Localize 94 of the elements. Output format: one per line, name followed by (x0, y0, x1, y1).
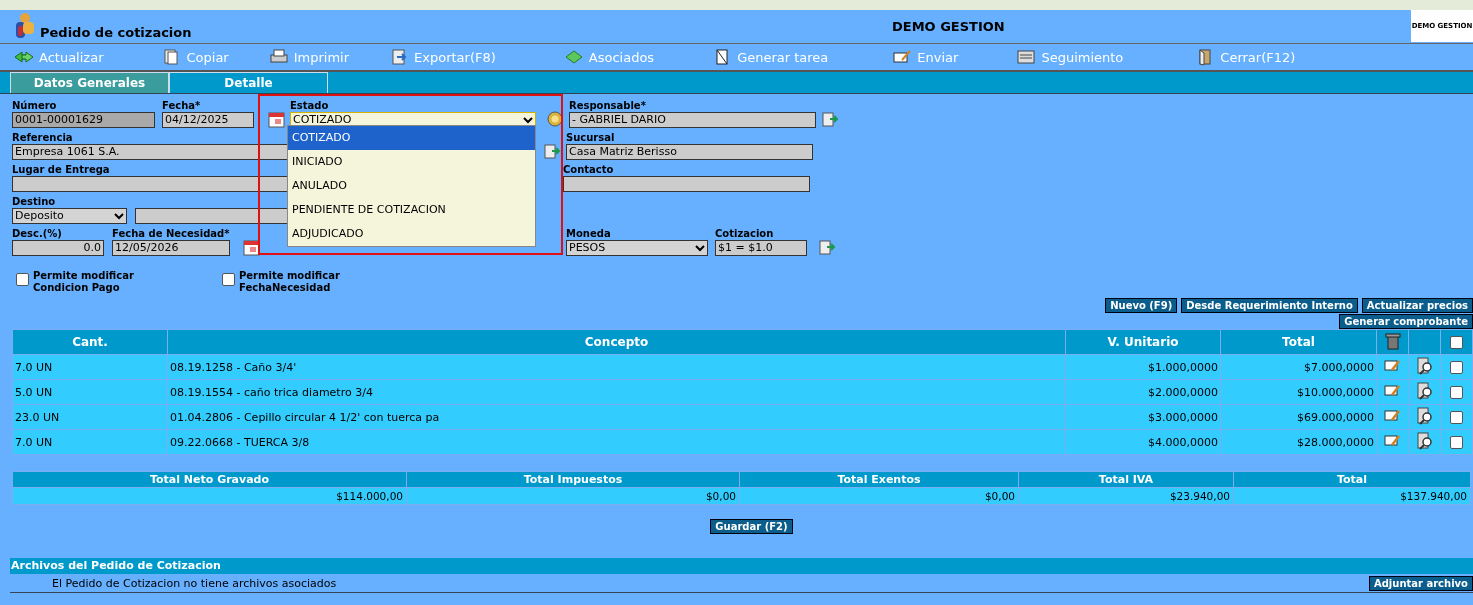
lookup-icon[interactable] (818, 238, 836, 256)
column-header: Concepto (167, 329, 1066, 355)
attach-button[interactable]: Adjuntar archivo (1368, 575, 1473, 591)
edit-icon[interactable] (1384, 432, 1401, 449)
search-icon[interactable] (1415, 355, 1434, 376)
table-cell: $28.000,0000 (1220, 429, 1377, 455)
table-cell: $69.000,0000 (1220, 404, 1377, 430)
table-cell: 09.22.0668 - TUERCA 3/8 (167, 429, 1066, 455)
lookup-icon[interactable] (821, 110, 839, 128)
field-label: Fecha* (162, 100, 201, 112)
column-header: Total IVA (1018, 471, 1234, 488)
table-cell: $3.000,0000 (1065, 404, 1221, 430)
table-cell: 08.19.1258 - Caño 3/4' (167, 354, 1066, 380)
field-label: Contacto (563, 164, 614, 176)
table-cell: $10.000,0000 (1220, 379, 1377, 405)
action-button[interactable]: Generar comprobante (1339, 314, 1473, 329)
printer-icon (268, 48, 289, 66)
window-title: Pedido de cotizacion (40, 25, 193, 40)
cabinet-icon (1016, 48, 1037, 66)
table-cell: 23.0 UN (12, 404, 168, 430)
search-icon[interactable] (1415, 380, 1434, 401)
table-cell: $2.000,0000 (1065, 379, 1221, 405)
coin-icon[interactable] (546, 110, 564, 128)
search-icon[interactable] (1415, 405, 1434, 426)
table-cell: 5.0 UN (12, 379, 168, 405)
field-label: Lugar de Entrega (12, 164, 110, 176)
empty-message: El Pedido de Cotizacion no tiene archivos asociados (52, 576, 337, 590)
table-cell: $1.000,0000 (1065, 354, 1221, 380)
action-button[interactable]: Desde Requerimiento Interno (1181, 298, 1358, 313)
field-label: Número (12, 100, 57, 112)
column-header: V. Unitario (1065, 329, 1221, 355)
currency-dropdown[interactable]: PESOS (566, 240, 708, 256)
checkbox[interactable] (1450, 335, 1463, 349)
action-button[interactable]: Nuevo (F9) (1105, 298, 1178, 313)
input-field[interactable]: $1 = $1.0 (715, 240, 807, 256)
table-cell: 01.04.2806 - Cepillo circular 4 1/2' con tuerca pa (167, 404, 1066, 430)
input-field[interactable]: 12/05/2026 (112, 240, 230, 256)
checkbox[interactable] (1450, 360, 1463, 374)
table-cell: $7.000,0000 (1220, 354, 1377, 380)
input-field[interactable]: 0.0 (12, 240, 104, 256)
checkbox[interactable] (1450, 385, 1463, 399)
checkbox[interactable] (1450, 435, 1463, 449)
dropdown-option[interactable]: ADJUDICADO (288, 222, 535, 246)
destination-dropdown[interactable]: Deposito (12, 208, 127, 224)
checkbox[interactable] (16, 273, 29, 286)
field-label: Estado (290, 100, 329, 112)
column-header: Total (1220, 329, 1377, 355)
input-field[interactable]: 0001-00001629 (12, 112, 155, 128)
field-label: Referencia (12, 132, 73, 144)
dropdown-option[interactable]: ANULADO (288, 174, 535, 198)
field-label: Sucursal (566, 132, 615, 144)
edit-icon[interactable] (1384, 357, 1401, 374)
field-label: Moneda (566, 228, 611, 240)
checkbox-label: Permite modificar Condicion Pago (33, 270, 135, 294)
checkbox[interactable] (222, 273, 235, 286)
table-cell: 7.0 UN (12, 429, 168, 455)
column-header: Total Neto Gravado (12, 471, 407, 488)
input-field[interactable]: 04/12/2025 (162, 112, 254, 128)
arrows-icon (14, 48, 34, 66)
input-field[interactable]: Casa Matriz Berisso (566, 144, 813, 160)
dropdown-option[interactable]: COTIZADO (288, 126, 535, 150)
caret-icon (114, 212, 124, 220)
column-header: Total Exentos (739, 471, 1019, 488)
table-cell: $4.000,0000 (1065, 429, 1221, 455)
field-label: Cotizacion (715, 228, 774, 240)
diamond-icon (563, 48, 584, 66)
caret-icon (695, 244, 705, 252)
table-cell: 08.19.1554 - caño trica diametro 3/4 (167, 379, 1066, 405)
save-button[interactable]: Guardar (F2) (710, 519, 793, 534)
field-label: Destino (12, 196, 56, 208)
checkbox-label: Permite modificar FechaNecesidad (239, 270, 341, 294)
input-field[interactable]: - GABRIEL DARIO (569, 112, 816, 128)
edit-icon[interactable] (1384, 407, 1401, 424)
calendar-icon[interactable] (268, 110, 286, 128)
edit-icon[interactable] (1384, 382, 1401, 399)
envelope-pencil-icon (892, 48, 913, 66)
column-header: Total Impuestos (406, 471, 740, 488)
company-name: DEMO GESTION (892, 19, 1005, 34)
search-icon[interactable] (1415, 430, 1434, 451)
input-field[interactable] (563, 176, 810, 192)
field-label: Responsable* (569, 100, 646, 112)
field-label: Fecha de Necesidad* (112, 228, 230, 240)
section-header: Archivos del Pedido de Cotizacion (10, 558, 1473, 574)
dropdown-option[interactable]: PENDIENTE DE COTIZACION (288, 198, 535, 222)
action-button[interactable]: Actualizar precios (1361, 298, 1473, 313)
column-header: Total (1233, 471, 1471, 488)
lookup-icon[interactable] (543, 142, 561, 160)
logo-icon (14, 12, 36, 40)
trash-icon[interactable] (1384, 331, 1401, 350)
table-cell: 7.0 UN (12, 354, 168, 380)
column-header: Cant. (12, 329, 168, 355)
checkbox[interactable] (1450, 410, 1463, 424)
field-label: Desc.(%) (12, 228, 62, 240)
caret-icon (523, 116, 533, 124)
